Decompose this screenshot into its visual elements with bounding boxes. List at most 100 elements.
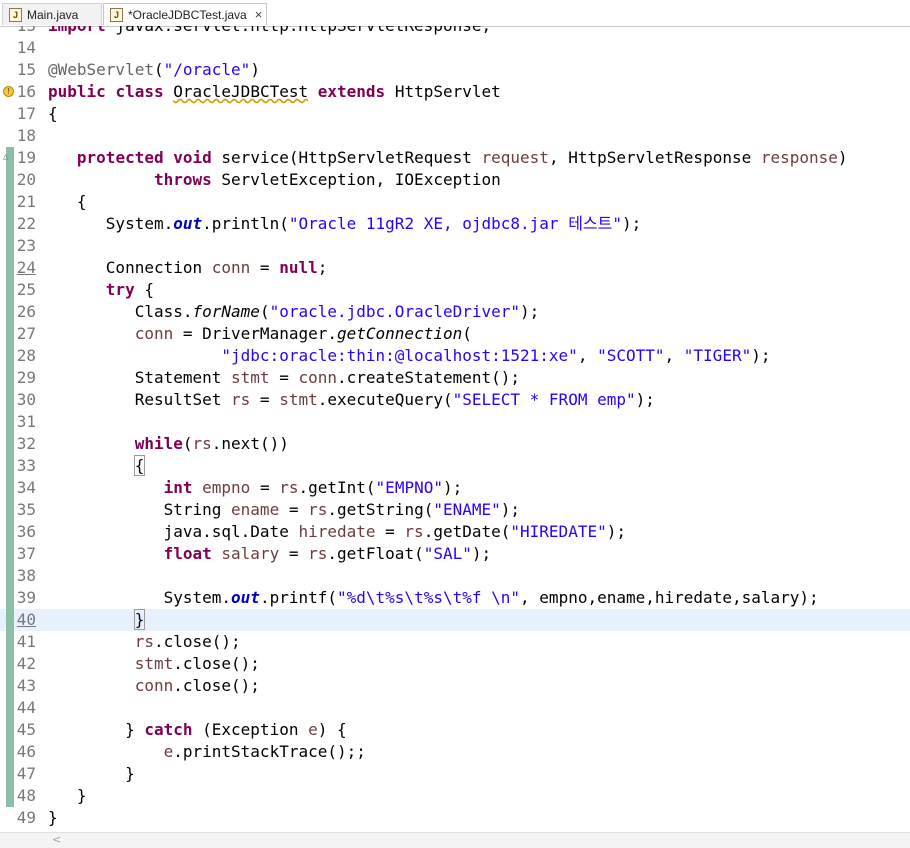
code-line[interactable]: 39 System.out.printf("%d\t%s\t%s\t%f \n"… — [0, 587, 910, 609]
code-area[interactable]: 13 import javax.servlet.http.HttpServletR… — [0, 26, 910, 829]
line-gutter: 48 — [0, 785, 44, 807]
line-number: 28 — [16, 346, 36, 365]
code-line[interactable]: 26 Class.forName("oracle.jdbc.OracleDriv… — [0, 301, 910, 323]
code-token: "/oracle" — [163, 60, 251, 79]
code-token: System. — [48, 214, 174, 233]
code-token: stmt — [134, 654, 174, 673]
code-token: public — [48, 82, 106, 101]
line-number: 36 — [16, 522, 36, 541]
code-line[interactable]: 25 try { — [0, 279, 910, 301]
line-gutter: 44 — [0, 697, 44, 719]
line-gutter: 21 — [0, 191, 44, 213]
code-line[interactable]: 48 } — [0, 785, 910, 807]
code-line[interactable]: 40 } — [0, 609, 910, 631]
line-number: 15 — [16, 60, 36, 79]
code-line[interactable]: 28 "jdbc:oracle:thin:@localhost:1521:xe"… — [0, 345, 910, 367]
code-token: null — [279, 258, 318, 277]
code-line[interactable]: 37 float salary = rs.getFloat("SAL"); — [0, 543, 910, 565]
code-token: ( — [153, 60, 164, 79]
code-token: conn — [298, 368, 337, 387]
code-token: e — [308, 720, 318, 739]
code-line[interactable]: 34 int empno = rs.getInt("EMPNO"); — [0, 477, 910, 499]
close-icon[interactable]: × — [255, 7, 263, 22]
code-token: request — [481, 148, 549, 167]
line-gutter: 35 — [0, 499, 44, 521]
code-token: .getInt( — [298, 478, 376, 497]
code-line[interactable]: 43 conn.close(); — [0, 675, 910, 697]
code-line[interactable]: 15 @WebServlet("/oracle") — [0, 59, 910, 81]
code-text: try { — [48, 279, 154, 301]
code-line[interactable]: 44 — [0, 697, 910, 719]
scroll-left-arrow[interactable]: < — [52, 833, 61, 847]
code-text: } — [48, 763, 135, 785]
code-line[interactable]: 31 — [0, 411, 910, 433]
code-line[interactable]: ! 16 public class OracleJDBCTest extends H… — [0, 81, 910, 103]
java-file-icon: J — [110, 7, 123, 22]
code-token: ); — [442, 478, 463, 497]
code-line[interactable]: △ 19 protected void service(HttpServletRe… — [0, 147, 910, 169]
line-number: 46 — [16, 742, 36, 761]
code-line[interactable]: 14 — [0, 37, 910, 59]
tab-oracle-jdbc-test[interactable]: J *OracleJDBCTest.java × — [103, 3, 267, 25]
code-line[interactable]: 49} — [0, 807, 910, 829]
code-line[interactable]: 13 import javax.servlet.http.HttpServletR… — [0, 26, 910, 37]
line-gutter: 26 — [0, 301, 44, 323]
code-token: = — [250, 258, 280, 277]
code-text: Connection conn = null; — [48, 257, 328, 279]
code-line[interactable]: 41 rs.close(); — [0, 631, 910, 653]
code-text: float salary = rs.getFloat("SAL"); — [48, 543, 492, 565]
tab-main-java[interactable]: J Main.java — [2, 3, 102, 25]
code-line[interactable]: 32 while(rs.next()) — [0, 433, 910, 455]
code-token: "SELECT * FROM emp" — [452, 390, 636, 409]
code-line[interactable]: 23 — [0, 235, 910, 257]
code-line[interactable]: 46 e.printStackTrace();; — [0, 741, 910, 763]
code-line[interactable]: 47 } — [0, 763, 910, 785]
code-token: java.sql.Date — [48, 522, 299, 541]
line-gutter: 46 — [0, 741, 44, 763]
line-gutter: ! 16 — [0, 81, 44, 103]
code-line[interactable]: 33 { — [0, 455, 910, 477]
code-line[interactable]: 27 conn = DriverManager.getConnection( — [0, 323, 910, 345]
code-line[interactable]: 45 } catch (Exception e) { — [0, 719, 910, 741]
code-line[interactable]: 18 — [0, 125, 910, 147]
code-text: } — [48, 807, 58, 829]
code-text: { — [48, 103, 58, 125]
code-token: .close(); — [173, 676, 260, 695]
code-line[interactable]: 22 System.out.println("Oracle 11gR2 XE, … — [0, 213, 910, 235]
code-token: ServletException, IOException — [211, 170, 501, 189]
code-line[interactable]: 21 { — [0, 191, 910, 213]
code-token: { — [48, 192, 87, 211]
code-token: .getDate( — [423, 522, 511, 541]
code-editor[interactable]: 13 import javax.servlet.http.HttpServletR… — [0, 26, 910, 832]
code-token: stmt — [279, 390, 318, 409]
code-line[interactable]: 29 Statement stmt = conn.createStatement… — [0, 367, 910, 389]
code-line[interactable]: 24 Connection conn = null; — [0, 257, 910, 279]
code-line[interactable]: 42 stmt.close(); — [0, 653, 910, 675]
code-token: int — [163, 478, 193, 497]
line-number: 20 — [16, 170, 36, 189]
code-token: throws — [153, 170, 212, 189]
code-line[interactable]: 30 ResultSet rs = stmt.executeQuery("SEL… — [0, 389, 910, 411]
line-gutter: 34 — [0, 477, 44, 499]
code-line[interactable]: 17 { — [0, 103, 910, 125]
code-line[interactable]: 36 java.sql.Date hiredate = rs.getDate("… — [0, 521, 910, 543]
code-token: protected — [76, 148, 164, 167]
code-token: ( — [462, 324, 472, 343]
line-gutter: 30 — [0, 389, 44, 411]
code-line[interactable]: 38 — [0, 565, 910, 587]
code-token: ( — [259, 302, 270, 321]
code-line[interactable]: 20 throws ServletException, IOException — [0, 169, 910, 191]
code-text: { — [48, 191, 87, 213]
code-token: , — [577, 346, 598, 365]
code-token: } — [48, 786, 87, 805]
line-number: 44 — [16, 698, 36, 717]
horizontal-scrollbar[interactable]: < — [0, 832, 910, 848]
line-gutter: 13 — [0, 26, 44, 37]
code-line[interactable]: 35 String ename = rs.getString("ENAME"); — [0, 499, 910, 521]
code-text: throws ServletException, IOException — [48, 169, 501, 191]
